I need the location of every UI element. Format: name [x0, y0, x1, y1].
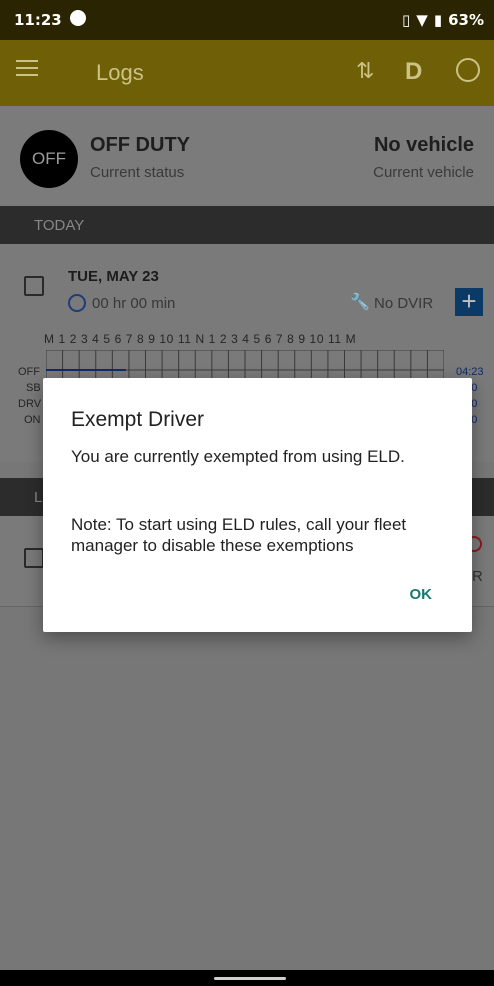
- log-select-checkbox[interactable]: [24, 276, 44, 296]
- current-vehicle-value[interactable]: No vehicle: [374, 134, 474, 157]
- duty-status-button[interactable]: D: [405, 58, 422, 86]
- log-card-right-text: R: [472, 568, 483, 585]
- menu-icon[interactable]: [16, 60, 38, 76]
- battery-icon: ▮: [433, 11, 443, 29]
- section-header-today: TODAY: [0, 206, 494, 244]
- sync-icon[interactable]: ⇅: [356, 58, 374, 84]
- status-time: 11:23: [14, 11, 62, 29]
- graph-hour-labels: M 1 2 3 4 5 6 7 8 9 10 11 N 1 2 3 4 5 6 …: [44, 332, 357, 346]
- graph-row-label: ON: [24, 414, 41, 426]
- section-header-label: L: [34, 489, 43, 506]
- battery-percent: 63%: [448, 11, 484, 29]
- current-vehicle-label: Current vehicle: [373, 164, 474, 181]
- dialog-message: You are currently exempted from using EL…: [71, 447, 405, 466]
- system-nav-bar: [0, 970, 494, 986]
- duty-status-badge[interactable]: OFF: [20, 130, 78, 188]
- ok-button[interactable]: OK: [410, 586, 433, 603]
- current-status-label: Current status: [90, 164, 185, 181]
- graph-row-total: 04:23: [456, 366, 484, 378]
- graph-row-label: SB: [26, 382, 41, 394]
- graph-row-label: OFF: [18, 366, 40, 378]
- exempt-driver-dialog: Exempt Driver You are currently exempted…: [43, 378, 472, 632]
- wrench-icon: 🔧: [350, 294, 370, 311]
- add-dvir-button[interactable]: +: [455, 288, 483, 316]
- alarm-icon[interactable]: [456, 58, 480, 82]
- dvir-status[interactable]: No DVIR: [374, 295, 433, 312]
- wifi-icon: ▼: [416, 11, 428, 29]
- page-title: Logs: [96, 60, 144, 85]
- home-gesture-handle[interactable]: [214, 977, 286, 980]
- section-header-label: TODAY: [34, 217, 85, 234]
- current-status-row: OFF OFF DUTY Current status No vehicle C…: [0, 106, 494, 206]
- log-date: TUE, MAY 23: [68, 268, 159, 285]
- dialog-note: Note: To start using ELD rules, call you…: [71, 515, 407, 555]
- graph-row-label: DRV: [18, 398, 42, 410]
- clock-icon: [68, 294, 86, 312]
- log-duration: 00 hr 00 min: [92, 295, 176, 312]
- vibrate-icon: ▯: [402, 11, 411, 29]
- status-bar: 11:23 ▯ ▼ ▮ 63%: [0, 0, 494, 40]
- current-status-value: OFF DUTY: [90, 134, 190, 156]
- log-select-checkbox[interactable]: [24, 548, 44, 568]
- app-bar: Logs ⇅ D: [0, 40, 494, 106]
- status-icons: ▯ ▼ ▮ 63%: [402, 11, 484, 29]
- dialog-title: Exempt Driver: [71, 408, 205, 431]
- app-notification-icon: [70, 10, 86, 26]
